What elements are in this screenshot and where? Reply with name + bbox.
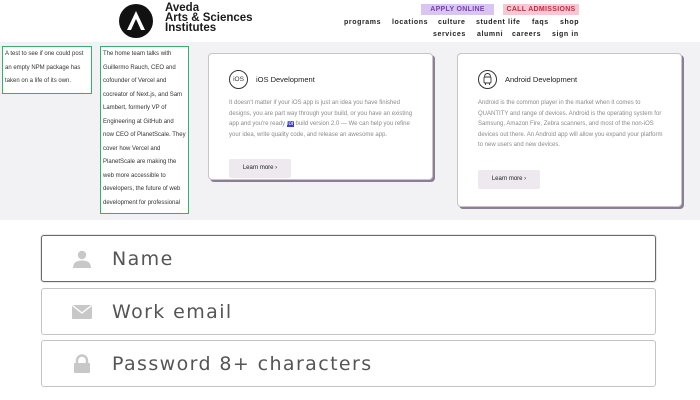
nav-item-shop[interactable]: shop (560, 19, 579, 26)
apply-online-button[interactable]: APPLY ONLINE (421, 4, 494, 15)
nav-item-locations[interactable]: locations (392, 19, 428, 26)
ios-icon: iOS (229, 70, 248, 89)
ios-body-selection: for (286, 121, 294, 127)
note-podcast-summary-text: The home team talks with Guillermo Rauch… (103, 51, 186, 206)
site-header: Aveda Arts & Sciences Institutes APPLY O… (0, 0, 700, 42)
note-npm-package-text: A test to see if one could post an empty… (5, 51, 84, 84)
ios-development-card: iOS iOS Development It doesn't matter if… (208, 53, 433, 180)
name-field[interactable] (41, 235, 656, 282)
ios-card-body: It doesn't matter if your iOS app is jus… (229, 98, 417, 140)
nav-item-programs[interactable]: programs (344, 19, 381, 26)
android-robot-icon (478, 70, 497, 89)
work-email-input[interactable] (112, 289, 642, 334)
ios-card-title: iOS Development (256, 75, 315, 84)
main-nav: programs locations culture student life … (0, 19, 700, 43)
android-learn-more-button[interactable]: Learn more › (478, 170, 540, 189)
call-admissions-button[interactable]: CALL ADMISSIONS (503, 4, 579, 15)
nav-item-student-life[interactable]: student life (476, 19, 521, 26)
android-card-body: Android is the common player in the mark… (478, 100, 663, 148)
android-development-card: Android Development Android is the commo… (457, 53, 682, 207)
note-npm-package: A test to see if one could post an empty… (2, 46, 92, 94)
nav-item-services[interactable]: services (433, 31, 466, 38)
android-card-title: Android Development (505, 75, 578, 84)
nav-item-careers[interactable]: careers (512, 31, 541, 38)
ios-learn-more-button[interactable]: Learn more › (229, 159, 291, 178)
nav-item-sign-in[interactable]: sign in (552, 31, 579, 38)
person-icon (71, 249, 93, 269)
note-podcast-summary: The home team talks with Guillermo Rauch… (100, 46, 189, 214)
lock-icon (71, 354, 93, 374)
password-input[interactable] (112, 341, 642, 386)
nav-item-alumni[interactable]: alumni (477, 31, 503, 38)
envelope-icon (71, 302, 93, 322)
nav-item-culture[interactable]: culture (438, 19, 466, 26)
nav-item-faqs[interactable]: faqs (532, 19, 549, 26)
password-field[interactable] (41, 340, 656, 387)
name-input[interactable] (112, 236, 642, 281)
work-email-field[interactable] (41, 288, 656, 335)
